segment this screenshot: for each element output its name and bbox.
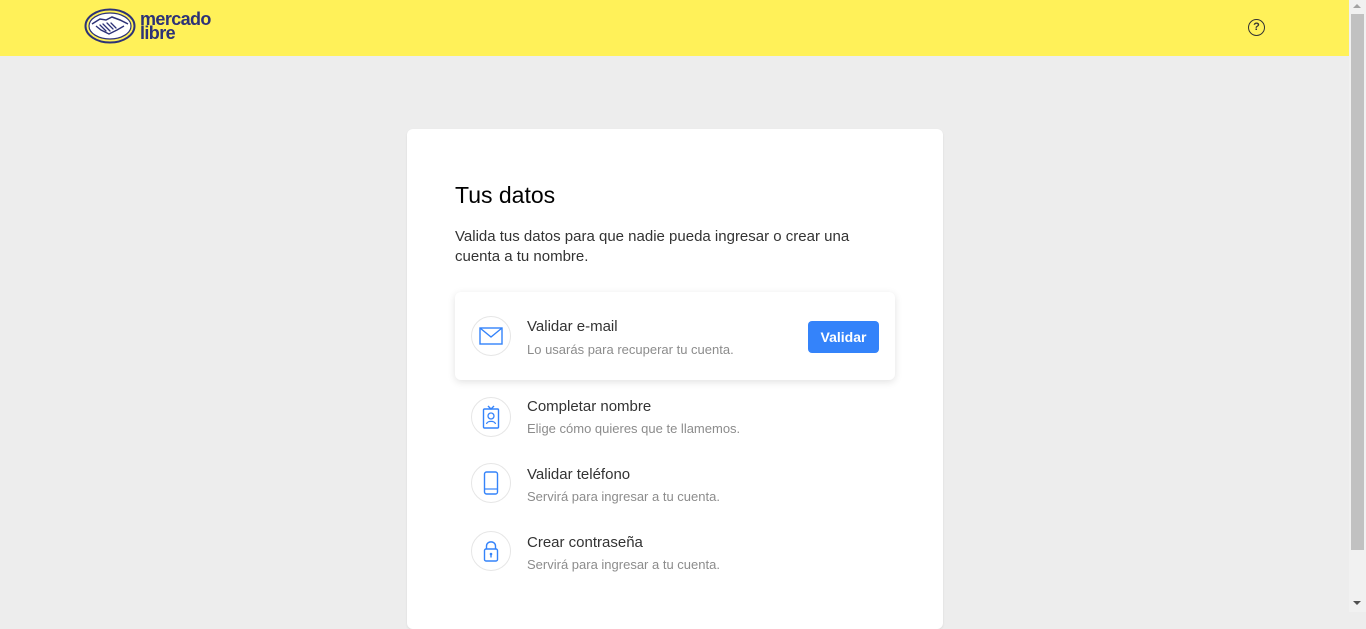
top-header: mercado libre ?	[0, 0, 1349, 56]
scroll-up-arrow-icon[interactable]	[1353, 4, 1361, 8]
task-title: Crear contraseña	[527, 534, 643, 551]
help-icon[interactable]: ?	[1248, 19, 1265, 36]
scroll-thumb[interactable]	[1351, 14, 1364, 550]
task-title: Validar e-mail	[527, 318, 618, 335]
task-create-password[interactable]: Crear contraseña Servirá para ingresar a…	[455, 519, 895, 607]
mercado-libre-logo[interactable]: mercado libre	[84, 8, 224, 44]
task-subtitle: Lo usarás para recuperar tu cuenta.	[527, 342, 734, 357]
user-data-card: Tus datos Valida tus datos para que nadi…	[407, 129, 943, 629]
phone-icon	[471, 463, 511, 503]
task-validate-email[interactable]: Validar e-mail Lo usarás para recuperar …	[455, 292, 895, 380]
page-description: Valida tus datos para que nadie pueda in…	[455, 228, 850, 265]
handshake-logo-icon	[84, 8, 136, 44]
logo-text: mercado libre	[140, 10, 211, 42]
scroll-down-arrow-icon[interactable]	[1353, 601, 1361, 605]
id-badge-icon	[471, 397, 511, 437]
task-title: Validar teléfono	[527, 466, 631, 483]
task-subtitle: Servirá para ingresar a tu cuenta.	[527, 557, 720, 572]
envelope-icon	[471, 316, 511, 356]
task-subtitle: Servirá para ingresar a tu cuenta.	[527, 489, 720, 504]
task-subtitle: Elige cómo quieres que te llamemos.	[527, 421, 741, 436]
vertical-scrollbar[interactable]	[1349, 0, 1366, 612]
validate-email-button[interactable]: Validar	[808, 321, 879, 353]
lock-icon	[471, 531, 511, 571]
task-title: Completar nombre	[527, 398, 652, 415]
page-title: Tus datos	[455, 182, 556, 208]
